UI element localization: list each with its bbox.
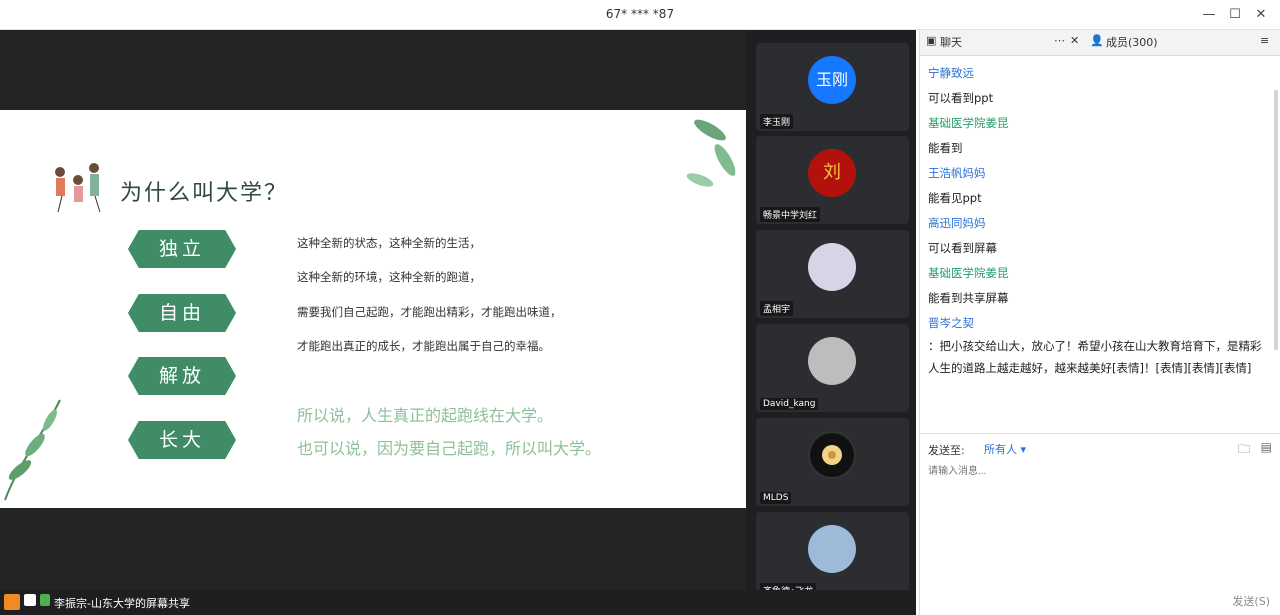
chevron-down-icon: ▾ [1020,443,1027,456]
slide-text: 这种全新的环境，这种全新的跑道， [297,270,481,284]
avatar [808,337,856,385]
avatar [808,431,856,479]
chat-message: 能看见ppt [928,191,982,205]
window-title: 67* *** *87 [605,7,675,21]
participant-tile[interactable]: 刘 畅景中学刘红 [756,136,909,224]
screen-share-label: 李振宗-山东大学的屏幕共享 [54,597,190,610]
chat-message: 可以看到屏幕 [928,241,997,255]
chat-tab-icon: ▣ [926,34,937,47]
download-icon[interactable] [40,594,50,606]
minimize-button[interactable]: — [1198,4,1220,26]
chat-scrollbar[interactable] [1274,90,1278,350]
avatar: 刘 [808,149,856,197]
avatar [808,525,856,573]
avatar [808,243,856,291]
slide-highlight: 所以说，人生真正的起跑线在大学。 [297,406,554,425]
message-input[interactable] [928,462,1268,480]
chat-message: 能看到共享屏幕 [928,291,1009,305]
more-icon[interactable]: ⋯ [1054,34,1065,47]
send-button[interactable]: 发送(S) [1232,593,1270,609]
recipient-select[interactable]: 所有人 ▾ [984,441,1026,457]
chat-panel: ▣ 聊天 ⋯ ✕ 👤 成员(300) ≡ 宁静致远 可以看到ppt 基础医学院姜… [919,30,1280,615]
leaf-decoration-icon [686,119,736,187]
recipient-value: 所有人 [984,443,1017,456]
avatar: 玉刚 [808,56,856,104]
divider [920,433,1280,434]
tag-label: 长大 [128,421,236,459]
gift-icon[interactable]: ▤ [1261,440,1272,454]
tab-chat[interactable]: 聊天 [940,34,962,50]
chat-sender: 王浩帆妈妈 [928,166,986,180]
chat-sender: 宁静致远 [928,66,974,80]
shared-slide: 为什么叫大学？ 独立 自由 解放 长大 这种全新的状态，这种全新的生活， 这种全… [0,110,746,508]
tag-label: 独立 [128,230,236,268]
menu-icon[interactable]: ≡ [1260,34,1269,47]
tag-label: 解放 [128,357,236,395]
children-illustration-icon [55,163,101,213]
participant-name: 畅景中学刘红 [760,207,821,222]
user-icon[interactable] [4,594,20,610]
slide-title: 为什么叫大学？ [120,181,289,206]
slide-text: 需要我们自己起跑，才能跑出精彩，才能跑出味道， [297,305,562,319]
title-bar: 67* *** *87 — ☐ ✕ [0,0,1280,30]
tag-label: 自由 [128,294,236,332]
tab-members[interactable]: 成员(300) [1106,34,1158,50]
participant-tile[interactable]: MLDS [756,418,909,506]
slide-text: 这种全新的状态，这种全新的生活， [297,236,481,250]
participant-tile[interactable]: 玉刚 李玉刚 [756,43,909,131]
meeting-window: 67* *** *87 — ☐ ✕ 为什么叫大学？ 独立 自由 解放 长大 这种… [0,0,1280,615]
participant-tile[interactable]: 齐鲁德•飞龙 [756,512,909,600]
chat-message: 能看到 [928,141,963,155]
chat-sender: 高迅同妈妈 [928,216,986,230]
maximize-button[interactable]: ☐ [1224,4,1246,26]
chat-message: ：把小孩交给山大，放心了！希望小孩在山大教育培育下，是精彩人生的道路上越走越好，… [928,339,1262,375]
close-button[interactable]: ✕ [1250,4,1272,26]
chat-message: 可以看到ppt [928,91,994,105]
chat-sender: 基础医学院姜昆 [928,116,1009,130]
slide-text: 才能跑出真正的成长，才能跑出属于自己的幸福。 [297,339,550,353]
participant-name: 李玉刚 [760,114,794,129]
leaf-decoration-icon [4,399,61,501]
participant-tile[interactable]: David_kang [756,324,909,412]
participant-name: David_kang [760,398,819,410]
chat-sender: 基础医学院姜昆 [928,266,1009,280]
slide-highlight: 也可以说，因为要自己起跑，所以叫大学。 [297,439,602,458]
members-icon: 👤 [1090,34,1104,47]
participant-name: 孟相宇 [760,301,794,316]
folder-icon[interactable]: 🗀 [1238,440,1250,461]
screen-icon[interactable] [24,594,36,606]
close-chat-icon[interactable]: ✕ [1070,34,1079,47]
chat-sender: 晋岑之契 [928,316,974,330]
chat-tabs: ▣ 聊天 ⋯ ✕ 👤 成员(300) ≡ [920,30,1280,56]
send-to-label: 发送至: [928,444,965,457]
participant-name: MLDS [760,492,792,504]
participant-tile[interactable]: 孟相宇 [756,230,909,318]
